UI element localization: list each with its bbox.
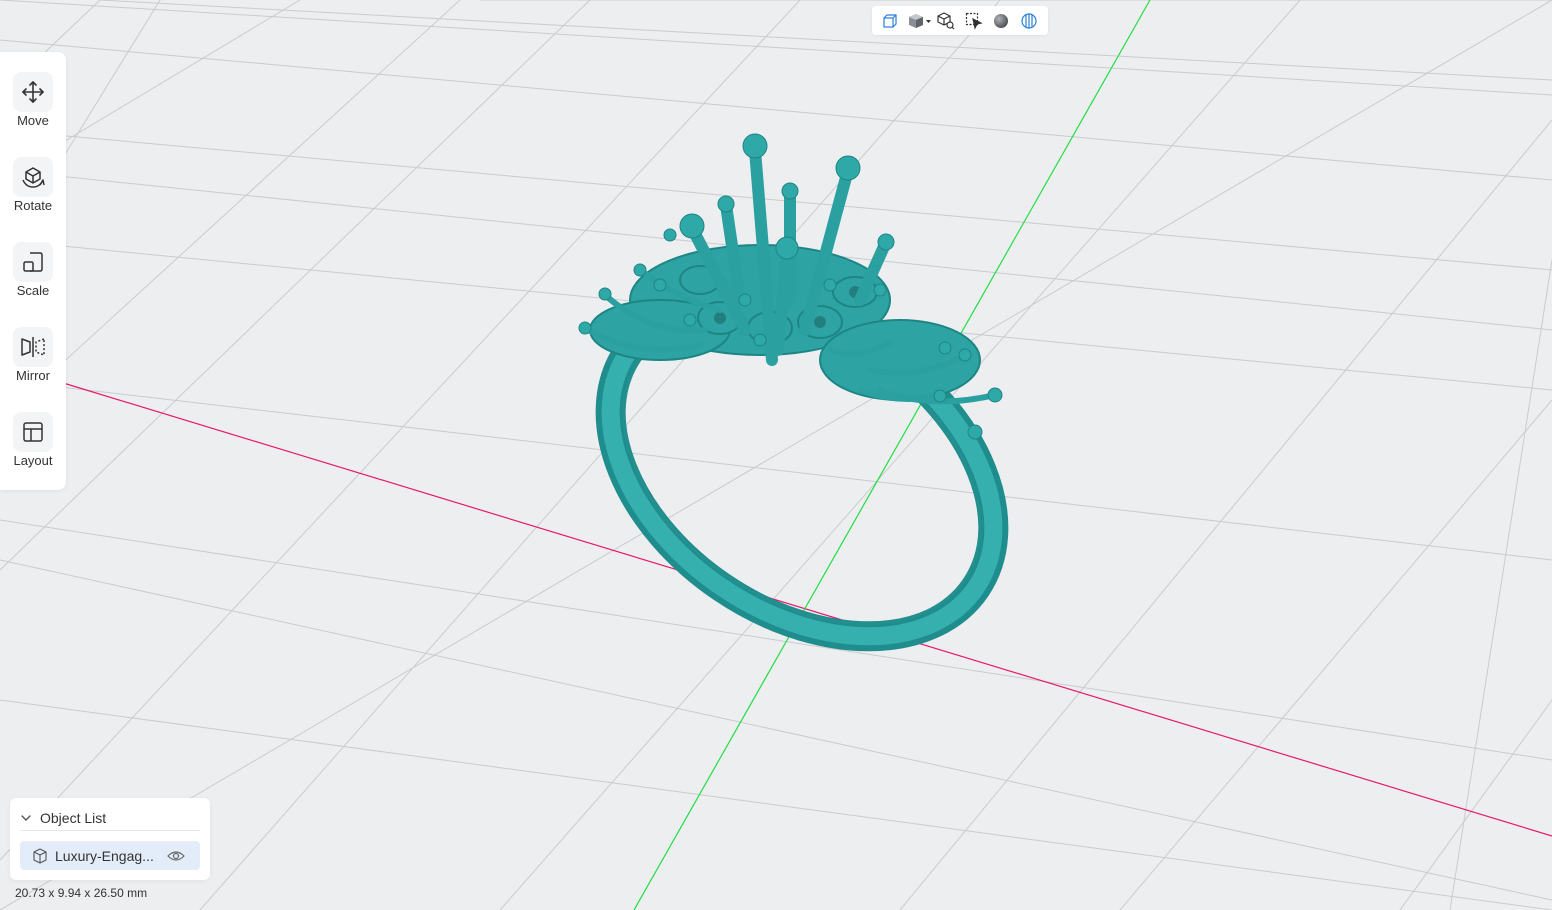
scale-icon xyxy=(13,242,53,282)
xray-mode-button[interactable] xyxy=(1020,12,1038,30)
visibility-eye-icon[interactable] xyxy=(167,849,185,863)
grid-line xyxy=(0,0,1552,96)
model-dimensions: 20.73 x 9.94 x 26.50 mm xyxy=(15,886,148,900)
mirror-icon xyxy=(13,327,53,367)
move-tool-button[interactable]: Move xyxy=(0,52,66,132)
grid-line xyxy=(0,699,1552,910)
grid-line xyxy=(0,0,801,861)
xray-icon xyxy=(1021,13,1037,29)
box-select-icon xyxy=(965,12,983,30)
zoom-fit-icon xyxy=(937,12,955,30)
object-list-title: Object List xyxy=(40,810,107,826)
grid-line xyxy=(0,39,1552,181)
rotate-tool-label: Rotate xyxy=(13,198,53,213)
floor-grid xyxy=(0,0,1552,910)
grid-line xyxy=(0,0,591,571)
ring-model[interactable] xyxy=(548,133,1055,705)
move-icon xyxy=(13,72,53,112)
object-name: Luxury-Engag... xyxy=(55,847,154,864)
view-cube-dropdown-icon xyxy=(909,14,931,28)
perspective-view-button[interactable] xyxy=(881,12,899,30)
shading-mode-button[interactable] xyxy=(992,12,1010,30)
grid-line xyxy=(99,0,1552,81)
x-axis-line xyxy=(59,381,1552,837)
scale-tool-label: Scale xyxy=(16,283,50,298)
grid-line xyxy=(1399,699,1552,910)
object-list-item[interactable]: Luxury-Engag... xyxy=(20,841,200,870)
3d-viewport[interactable] xyxy=(0,0,1552,910)
grid-line xyxy=(0,0,1552,910)
grid-line xyxy=(1449,259,1552,910)
box-select-button[interactable] xyxy=(965,12,983,30)
mirror-tool-label: Mirror xyxy=(16,368,50,383)
rotate-tool-button[interactable]: Rotate xyxy=(0,137,66,217)
grid-line xyxy=(1119,399,1552,910)
move-tool-label: Move xyxy=(17,113,49,128)
object-list-header[interactable]: Object List xyxy=(20,806,200,831)
shading-sphere-icon xyxy=(994,14,1008,28)
layout-tool-button[interactable]: Layout xyxy=(0,392,66,472)
zoom-fit-button[interactable] xyxy=(937,12,955,30)
left-toolbar: Move Rotate Scale Mirror Layout xyxy=(0,52,66,490)
rotate-icon xyxy=(13,157,53,197)
view-toolbar xyxy=(872,6,1048,35)
layout-icon xyxy=(13,412,53,452)
mirror-tool-button[interactable]: Mirror xyxy=(0,307,66,387)
y-axis-line xyxy=(633,0,1151,910)
object-list-panel: Object List Luxury-Engag... xyxy=(10,798,210,880)
grid-line xyxy=(0,519,1552,761)
view-cube-dropdown-button[interactable] xyxy=(908,12,932,30)
scale-tool-button[interactable]: Scale xyxy=(0,222,66,302)
cube-icon xyxy=(33,847,47,864)
chevron-down-icon xyxy=(21,815,31,821)
grid-line xyxy=(199,0,1001,910)
grid-line xyxy=(0,379,1552,561)
perspective-view-icon xyxy=(883,14,897,28)
layout-tool-label: Layout xyxy=(13,453,53,468)
